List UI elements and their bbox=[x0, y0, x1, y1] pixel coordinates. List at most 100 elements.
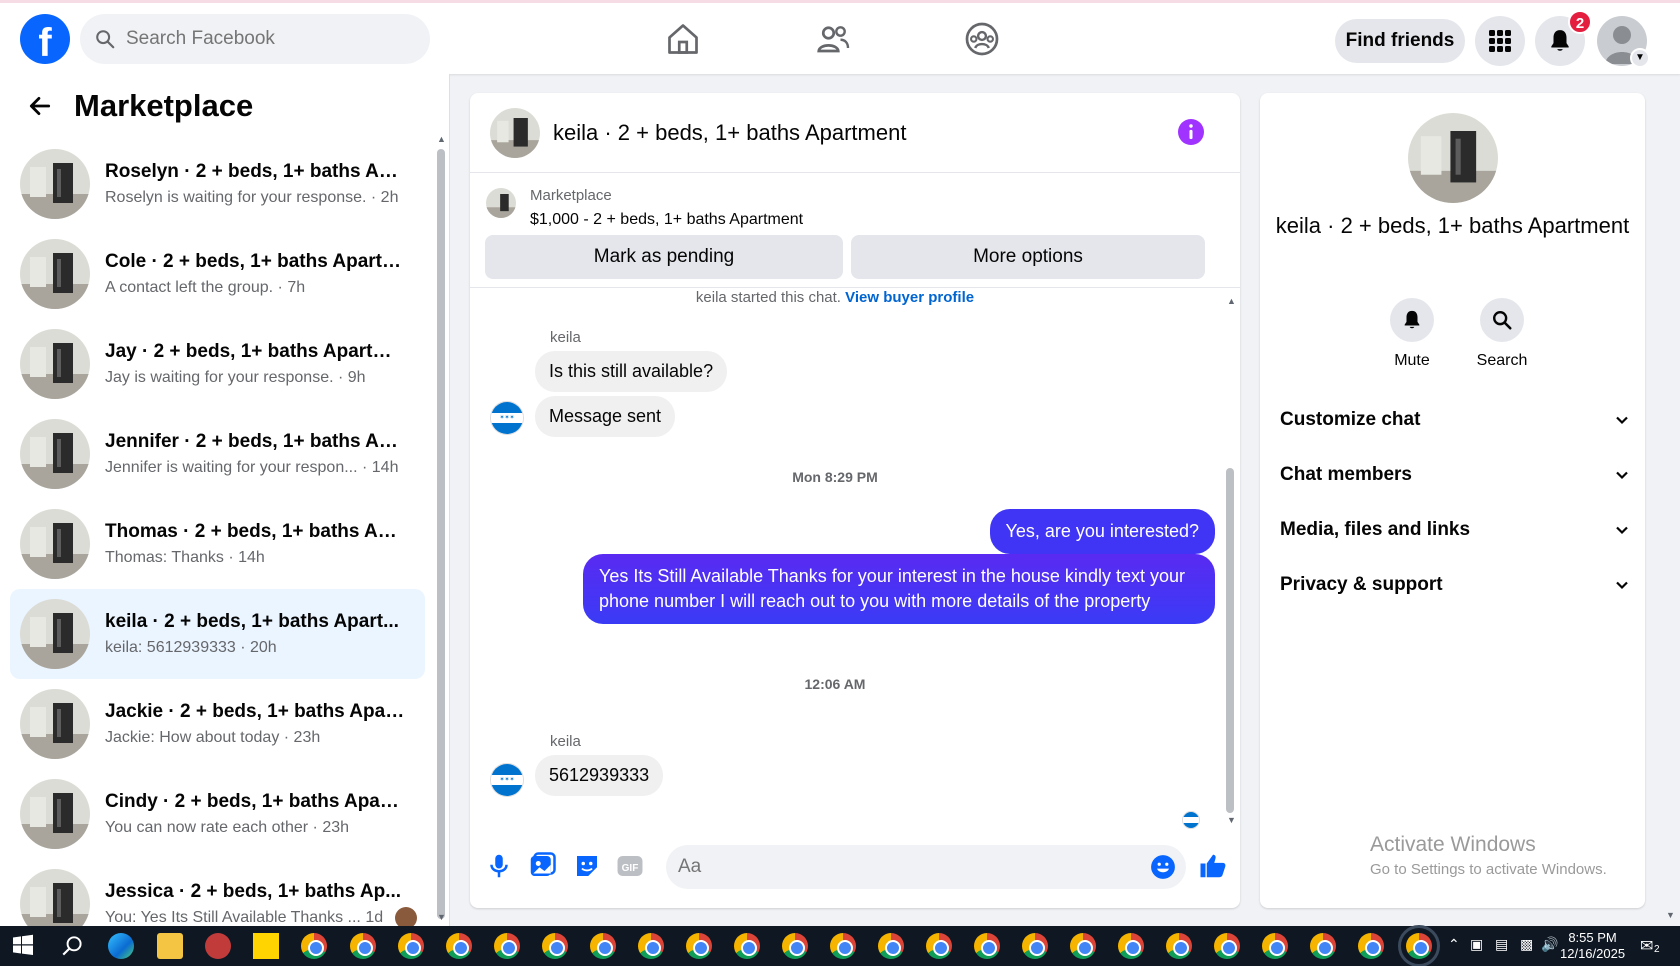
search-action[interactable]: Search bbox=[1462, 298, 1542, 370]
chrome-profile-icon[interactable] bbox=[1070, 933, 1096, 959]
sender-avatar[interactable]: ✶✶✶ bbox=[490, 763, 524, 797]
chrome-profile-icon[interactable] bbox=[301, 933, 327, 959]
conversation-item[interactable]: Cole · 2 + beds, 1+ baths Apartm... A con… bbox=[10, 229, 425, 319]
conversation-item-active[interactable]: keila · 2 + beds, 1+ baths Apart... keila… bbox=[10, 589, 425, 679]
conversation-item[interactable]: Jennifer · 2 + beds, 1+ baths Apa... Jenn… bbox=[10, 409, 425, 499]
chat-title[interactable]: keila · 2 + beds, 1+ baths Apartment bbox=[553, 120, 906, 146]
conversation-item[interactable]: Cindy · 2 + beds, 1+ baths Apart... You c… bbox=[10, 769, 425, 859]
conversation-preview: You can now rate each other · 23h bbox=[105, 819, 350, 836]
chrome-profile-icon[interactable] bbox=[878, 933, 904, 959]
back-button[interactable] bbox=[22, 88, 58, 124]
sender-avatar[interactable]: ✶✶✶ bbox=[490, 401, 524, 435]
mark-as-pending-button[interactable]: Mark as pending bbox=[485, 235, 843, 279]
thumbs-up-icon[interactable] bbox=[1198, 851, 1228, 881]
taskbar-clock[interactable]: 8:55 PM 12/16/2025 bbox=[1560, 930, 1625, 962]
chat-listing-thumbnail[interactable] bbox=[490, 107, 540, 158]
conversation-preview: Jackie: How about today · 23h bbox=[105, 729, 321, 746]
conversation-item[interactable]: Jessica · 2 + beds, 1+ baths Ap... You: Y… bbox=[10, 859, 425, 926]
conversation-item[interactable]: Roselyn · 2 + beds, 1+ baths Apa... Rosel… bbox=[10, 139, 425, 229]
wifi-icon[interactable]: ▩ bbox=[1520, 936, 1533, 953]
photo-icon[interactable] bbox=[527, 851, 557, 881]
outgoing-message[interactable]: Yes, are you interested? bbox=[989, 509, 1215, 554]
meet-now-icon[interactable]: ▣ bbox=[1470, 936, 1483, 953]
account-chevron-icon[interactable]: ▼ bbox=[1630, 48, 1650, 68]
view-buyer-profile-link[interactable]: View buyer profile bbox=[845, 289, 974, 306]
chrome-profile-icon[interactable] bbox=[350, 933, 376, 959]
windows-start-icon[interactable] bbox=[12, 934, 34, 956]
media-files-links-section[interactable]: Media, files and links bbox=[1280, 510, 1630, 550]
message-input[interactable] bbox=[678, 856, 1118, 878]
sticker-icon[interactable] bbox=[572, 851, 602, 881]
chrome-profile-icon[interactable] bbox=[1214, 933, 1240, 959]
chat-scrollbar[interactable] bbox=[1226, 468, 1234, 813]
sticky-notes-icon[interactable] bbox=[253, 933, 279, 959]
conversation-preview: Jay is waiting for your response. · 9h bbox=[105, 369, 366, 386]
incoming-message[interactable]: Message sent bbox=[535, 396, 676, 437]
conversation-item[interactable]: Thomas · 2 + beds, 1+ baths Apa... Thomas… bbox=[10, 499, 425, 589]
tray-chevron-up-icon[interactable]: ⌃ bbox=[1448, 936, 1460, 953]
scroll-up-arrow-icon[interactable]: ▲ bbox=[437, 134, 446, 144]
groups-icon[interactable] bbox=[964, 21, 1000, 57]
volume-icon[interactable]: 🔊 bbox=[1541, 936, 1558, 953]
chat-scroll-up-icon[interactable]: ▲ bbox=[1227, 296, 1236, 306]
chrome-profile-icon[interactable] bbox=[1022, 933, 1048, 959]
customize-chat-section[interactable]: Customize chat bbox=[1280, 400, 1630, 440]
chat-members-section[interactable]: Chat members bbox=[1280, 455, 1630, 495]
chrome-profile-icon[interactable] bbox=[686, 933, 712, 959]
more-options-button[interactable]: More options bbox=[851, 235, 1205, 279]
network-icon[interactable]: ▤ bbox=[1495, 936, 1508, 953]
message-input-box[interactable] bbox=[666, 845, 1186, 889]
read-receipt-avatar bbox=[1182, 811, 1200, 829]
chrome-profile-icon[interactable] bbox=[1358, 933, 1384, 959]
find-friends-button[interactable]: Find friends bbox=[1335, 19, 1465, 63]
chrome-profile-icon[interactable] bbox=[398, 933, 424, 959]
chrome-profile-icon[interactable] bbox=[446, 933, 472, 959]
chrome-profile-icon[interactable] bbox=[926, 933, 952, 959]
details-listing-thumbnail[interactable] bbox=[1408, 113, 1498, 203]
chrome-active-window-icon[interactable] bbox=[1398, 925, 1440, 966]
emoji-icon[interactable] bbox=[1150, 854, 1176, 880]
chrome-profile-icon[interactable] bbox=[1310, 933, 1336, 959]
facebook-logo-icon[interactable]: f bbox=[20, 14, 70, 64]
listing-price[interactable]: $1,000 - 2 + beds, 1+ baths Apartment bbox=[530, 211, 803, 229]
chrome-profile-icon[interactable] bbox=[782, 933, 808, 959]
menu-button[interactable] bbox=[1475, 16, 1525, 66]
chrome-profile-icon[interactable] bbox=[1166, 933, 1192, 959]
chrome-profile-icon[interactable] bbox=[494, 933, 520, 959]
chat-details-panel: keila · 2 + beds, 1+ baths Apartment Mut… bbox=[1260, 93, 1645, 908]
search-box[interactable] bbox=[80, 14, 430, 64]
search-input[interactable] bbox=[126, 28, 406, 50]
conversation-title: Jessica · 2 + beds, 1+ baths Ap... bbox=[105, 881, 402, 902]
listing-thumbnail bbox=[20, 599, 90, 669]
privacy-support-section[interactable]: Privacy & support bbox=[1280, 565, 1630, 605]
chrome-profile-icon[interactable] bbox=[542, 933, 568, 959]
incoming-message[interactable]: 5612939333 bbox=[535, 755, 664, 796]
conversation-item[interactable]: Jay · 2 + beds, 1+ baths Apartment Jay is… bbox=[10, 319, 425, 409]
home-icon[interactable] bbox=[665, 21, 701, 57]
chrome-profile-icon[interactable] bbox=[734, 933, 760, 959]
chat-scroll-down-icon[interactable]: ▼ bbox=[1227, 815, 1236, 825]
scroll-down-arrow-icon[interactable]: ▼ bbox=[437, 912, 446, 922]
taskbar-search-icon[interactable] bbox=[60, 933, 86, 959]
microphone-icon[interactable] bbox=[484, 851, 514, 881]
friends-icon[interactable] bbox=[815, 21, 851, 57]
chrome-profile-icon[interactable] bbox=[638, 933, 664, 959]
chrome-profile-icon[interactable] bbox=[1118, 933, 1144, 959]
chrome-profile-icon[interactable] bbox=[1262, 933, 1288, 959]
sidebar-scrollbar[interactable] bbox=[437, 149, 445, 919]
file-explorer-icon[interactable] bbox=[157, 933, 183, 959]
paint-app-icon[interactable] bbox=[205, 933, 231, 959]
action-center-icon[interactable]: ✉ bbox=[1640, 936, 1653, 956]
chrome-profile-icon[interactable] bbox=[830, 933, 856, 959]
message-composer: GIF bbox=[470, 833, 1240, 908]
outgoing-message[interactable]: Yes Its Still Available Thanks for your … bbox=[583, 554, 1215, 624]
chrome-profile-icon[interactable] bbox=[590, 933, 616, 959]
page-scroll-down-icon[interactable]: ▼ bbox=[1666, 910, 1675, 920]
mute-action[interactable]: Mute bbox=[1372, 298, 1452, 370]
edge-browser-icon[interactable] bbox=[108, 933, 134, 959]
conversation-item[interactable]: Jackie · 2 + beds, 1+ baths Apart... Jack… bbox=[10, 679, 425, 769]
chrome-profile-icon[interactable] bbox=[974, 933, 1000, 959]
info-icon[interactable] bbox=[1178, 119, 1204, 145]
incoming-message[interactable]: Is this still available? bbox=[535, 351, 728, 392]
gif-icon[interactable]: GIF bbox=[615, 851, 645, 881]
